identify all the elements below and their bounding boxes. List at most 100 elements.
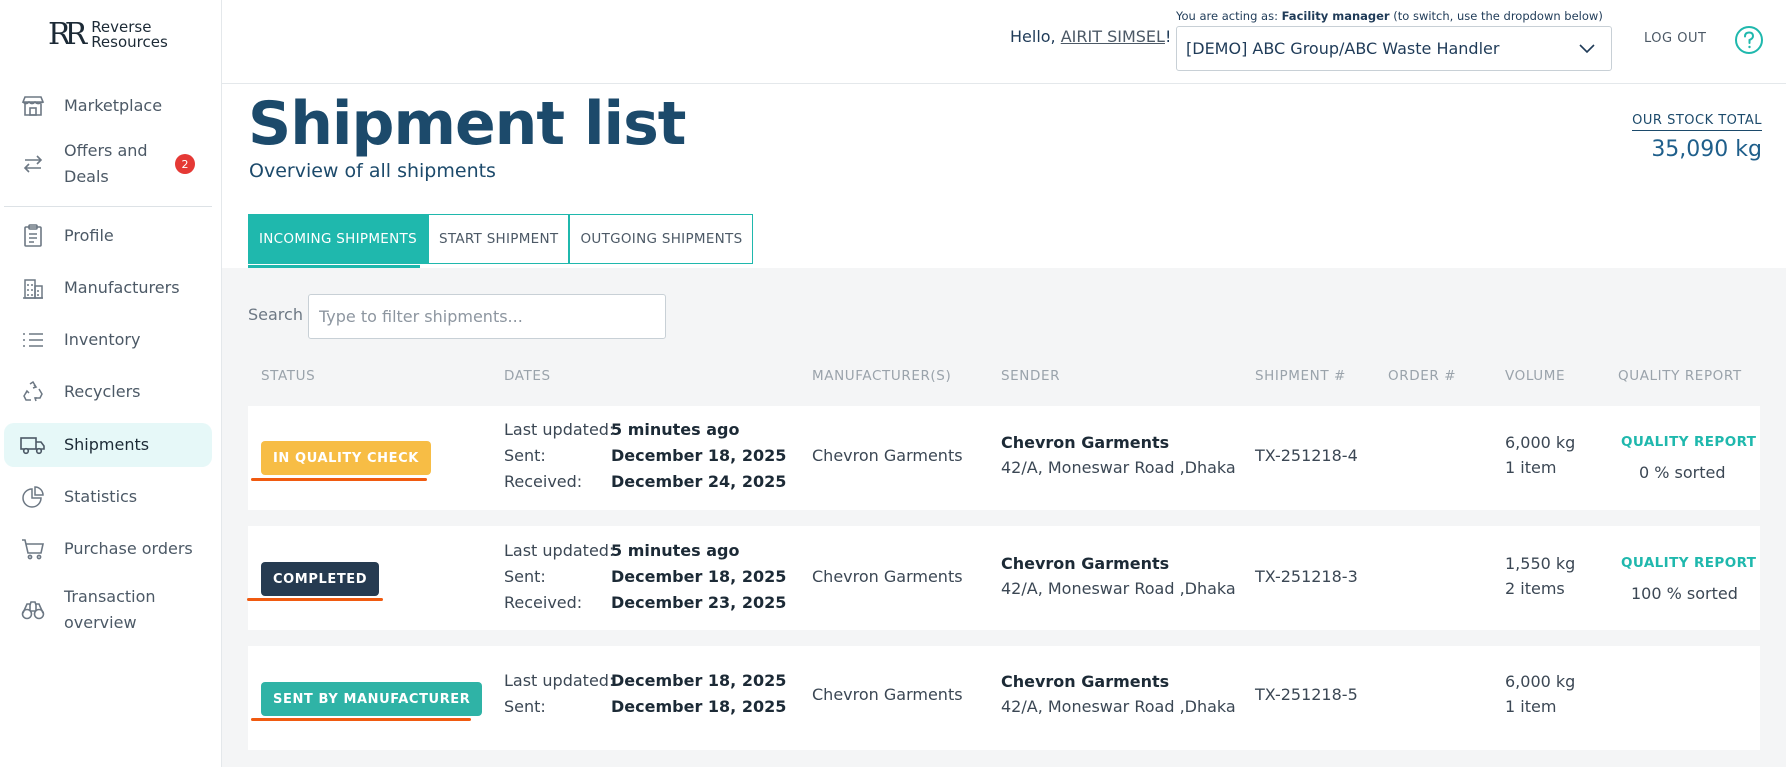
shipment-number: TX-251218-5 bbox=[1255, 685, 1358, 704]
logo[interactable]: RR Reverse Resources bbox=[48, 20, 168, 50]
column-header-sender: SENDER bbox=[1001, 368, 1061, 384]
sidebar-item-label: Offers and Deals bbox=[64, 138, 148, 190]
cart-icon bbox=[20, 536, 46, 562]
sidebar-item-label: Recyclers bbox=[64, 382, 141, 401]
annotation-underline bbox=[247, 598, 383, 601]
received-value: December 23, 2025 bbox=[611, 593, 787, 612]
question-circle-icon[interactable] bbox=[1734, 25, 1764, 55]
role-dropdown[interactable]: [DEMO] ABC Group/ABC Waste Handler bbox=[1176, 26, 1612, 71]
tab-incoming-shipments[interactable]: INCOMING SHIPMENTS bbox=[248, 214, 428, 264]
manufacturer-cell: Chevron Garments bbox=[812, 567, 963, 586]
search-input[interactable] bbox=[308, 294, 666, 339]
sidebar-item-marketplace[interactable]: Marketplace bbox=[4, 84, 212, 128]
tab-start-shipment[interactable]: START SHIPMENT bbox=[427, 214, 570, 264]
table-row[interactable]: IN QUALITY CHECK Last updated: 5 minutes… bbox=[248, 406, 1760, 510]
role-dropdown-value: [DEMO] ABC Group/ABC Waste Handler bbox=[1186, 39, 1500, 58]
sidebar-item-label: Profile bbox=[64, 226, 114, 245]
sender-address: 42/A, Moneswar Road ,Dhaka bbox=[1001, 697, 1236, 716]
column-header-shipment-number: SHIPMENT # bbox=[1255, 368, 1346, 384]
building-icon bbox=[20, 275, 46, 301]
received-label: Received: bbox=[504, 472, 583, 491]
user-name-link[interactable]: AIRIT SIMSEL bbox=[1061, 27, 1165, 46]
column-header-volume: VOLUME bbox=[1505, 368, 1566, 384]
acting-as-text: You are acting as: Facility manager (to … bbox=[1176, 9, 1603, 23]
logo-mark: RR bbox=[48, 17, 87, 52]
sidebar-item-transaction-overview[interactable]: Transaction overview bbox=[4, 582, 212, 638]
acting-suffix: (to switch, use the dropdown below) bbox=[1393, 9, 1603, 23]
sent-value: December 18, 2025 bbox=[611, 446, 787, 465]
manufacturer-cell: Chevron Garments bbox=[812, 446, 963, 465]
sidebar-item-inventory[interactable]: Inventory bbox=[4, 318, 212, 362]
sidebar-item-purchase-orders[interactable]: Purchase orders bbox=[4, 527, 212, 571]
sender-name: Chevron Garments bbox=[1001, 433, 1170, 452]
sidebar-item-statistics[interactable]: Statistics bbox=[4, 475, 212, 519]
sender-name: Chevron Garments bbox=[1001, 672, 1170, 691]
sent-label: Sent: bbox=[504, 697, 546, 716]
sidebar-item-label-line1: Transaction bbox=[64, 587, 156, 606]
clipboard-icon bbox=[20, 223, 46, 249]
sidebar-item-label: Shipments bbox=[64, 435, 150, 454]
last-updated-label: Last updated: bbox=[504, 541, 615, 560]
page-title: Shipment list bbox=[248, 89, 686, 159]
greeting: Hello, AIRIT SIMSEL! bbox=[1010, 27, 1171, 46]
sidebar-item-label-line2: Deals bbox=[64, 167, 109, 186]
search-label: Search bbox=[248, 305, 303, 324]
top-bar: Hello, AIRIT SIMSEL! You are acting as: … bbox=[222, 0, 1786, 84]
chevron-down-icon bbox=[1577, 38, 1597, 62]
sender-address: 42/A, Moneswar Road ,Dhaka bbox=[1001, 579, 1236, 598]
sent-label: Sent: bbox=[504, 446, 546, 465]
last-updated-label: Last updated: bbox=[504, 420, 615, 439]
recycle-icon bbox=[20, 379, 46, 405]
sidebar-item-profile[interactable]: Profile bbox=[4, 214, 212, 258]
stock-total-label: OUR STOCK TOTAL bbox=[1632, 113, 1762, 131]
last-updated-value: 5 minutes ago bbox=[611, 541, 740, 560]
annotation-underline bbox=[251, 478, 427, 481]
column-header-quality-report: QUALITY REPORT bbox=[1618, 368, 1742, 384]
list-icon bbox=[20, 327, 46, 353]
column-header-dates: DATES bbox=[504, 368, 551, 384]
table-row[interactable]: COMPLETED Last updated: 5 minutes ago Se… bbox=[247, 526, 1760, 630]
sorted-percentage: 100 % sorted bbox=[1631, 584, 1738, 603]
acting-role: Facility manager bbox=[1281, 9, 1390, 23]
logout-button[interactable]: LOG OUT bbox=[1644, 31, 1706, 46]
acting-prefix: You are acting as: bbox=[1176, 9, 1278, 23]
sidebar-item-label-line1: Offers and bbox=[64, 141, 148, 160]
tab-outgoing-shipments[interactable]: OUTGOING SHIPMENTS bbox=[569, 214, 754, 264]
quality-report-link[interactable]: QUALITY REPORT bbox=[1621, 555, 1756, 571]
item-count: 1 item bbox=[1505, 458, 1557, 477]
shipment-list-panel: Search STATUS DATES MANUFACTURER(S) SEND… bbox=[222, 268, 1786, 767]
last-updated-value: 5 minutes ago bbox=[611, 420, 740, 439]
last-updated-value: December 18, 2025 bbox=[611, 671, 787, 690]
sender-address: 42/A, Moneswar Road ,Dhaka bbox=[1001, 458, 1236, 477]
last-updated-label: Last updated: bbox=[504, 671, 615, 690]
sidebar-item-label-line2: overview bbox=[64, 613, 137, 632]
volume-value: 6,000 kg bbox=[1505, 672, 1576, 691]
sidebar-item-label: Purchase orders bbox=[64, 539, 193, 558]
sidebar-divider bbox=[4, 206, 212, 207]
column-header-order-number: ORDER # bbox=[1388, 368, 1457, 384]
received-value: December 24, 2025 bbox=[611, 472, 787, 491]
quality-report-link[interactable]: QUALITY REPORT bbox=[1621, 434, 1756, 450]
sidebar-item-recyclers[interactable]: Recyclers bbox=[4, 370, 212, 414]
greeting-prefix: Hello, bbox=[1010, 27, 1056, 46]
volume-value: 6,000 kg bbox=[1505, 433, 1576, 452]
volume-value: 1,550 kg bbox=[1505, 554, 1576, 573]
sent-value: December 18, 2025 bbox=[611, 697, 787, 716]
sidebar-item-label: Marketplace bbox=[64, 96, 163, 115]
logo-text-line2: Resources bbox=[91, 33, 168, 51]
sorted-percentage: 0 % sorted bbox=[1639, 463, 1726, 482]
truck-icon bbox=[20, 432, 46, 458]
greeting-suffix: ! bbox=[1164, 27, 1172, 46]
column-header-manufacturers: MANUFACTURER(S) bbox=[812, 368, 952, 384]
sidebar-item-manufacturers[interactable]: Manufacturers bbox=[4, 266, 212, 310]
table-row[interactable]: SENT BY MANUFACTURER Last updated: Decem… bbox=[248, 646, 1760, 750]
sent-value: December 18, 2025 bbox=[611, 567, 787, 586]
sidebar-item-shipments[interactable]: Shipments bbox=[4, 423, 212, 467]
item-count: 1 item bbox=[1505, 697, 1557, 716]
sidebar-item-label: Inventory bbox=[64, 330, 141, 349]
sidebar-item-offers-and-deals[interactable]: Offers and Deals 2 bbox=[4, 136, 212, 192]
page-subtitle: Overview of all shipments bbox=[249, 160, 496, 182]
shipment-number: TX-251218-4 bbox=[1255, 446, 1358, 465]
sidebar-item-label: Manufacturers bbox=[64, 278, 180, 297]
store-icon bbox=[20, 93, 46, 119]
